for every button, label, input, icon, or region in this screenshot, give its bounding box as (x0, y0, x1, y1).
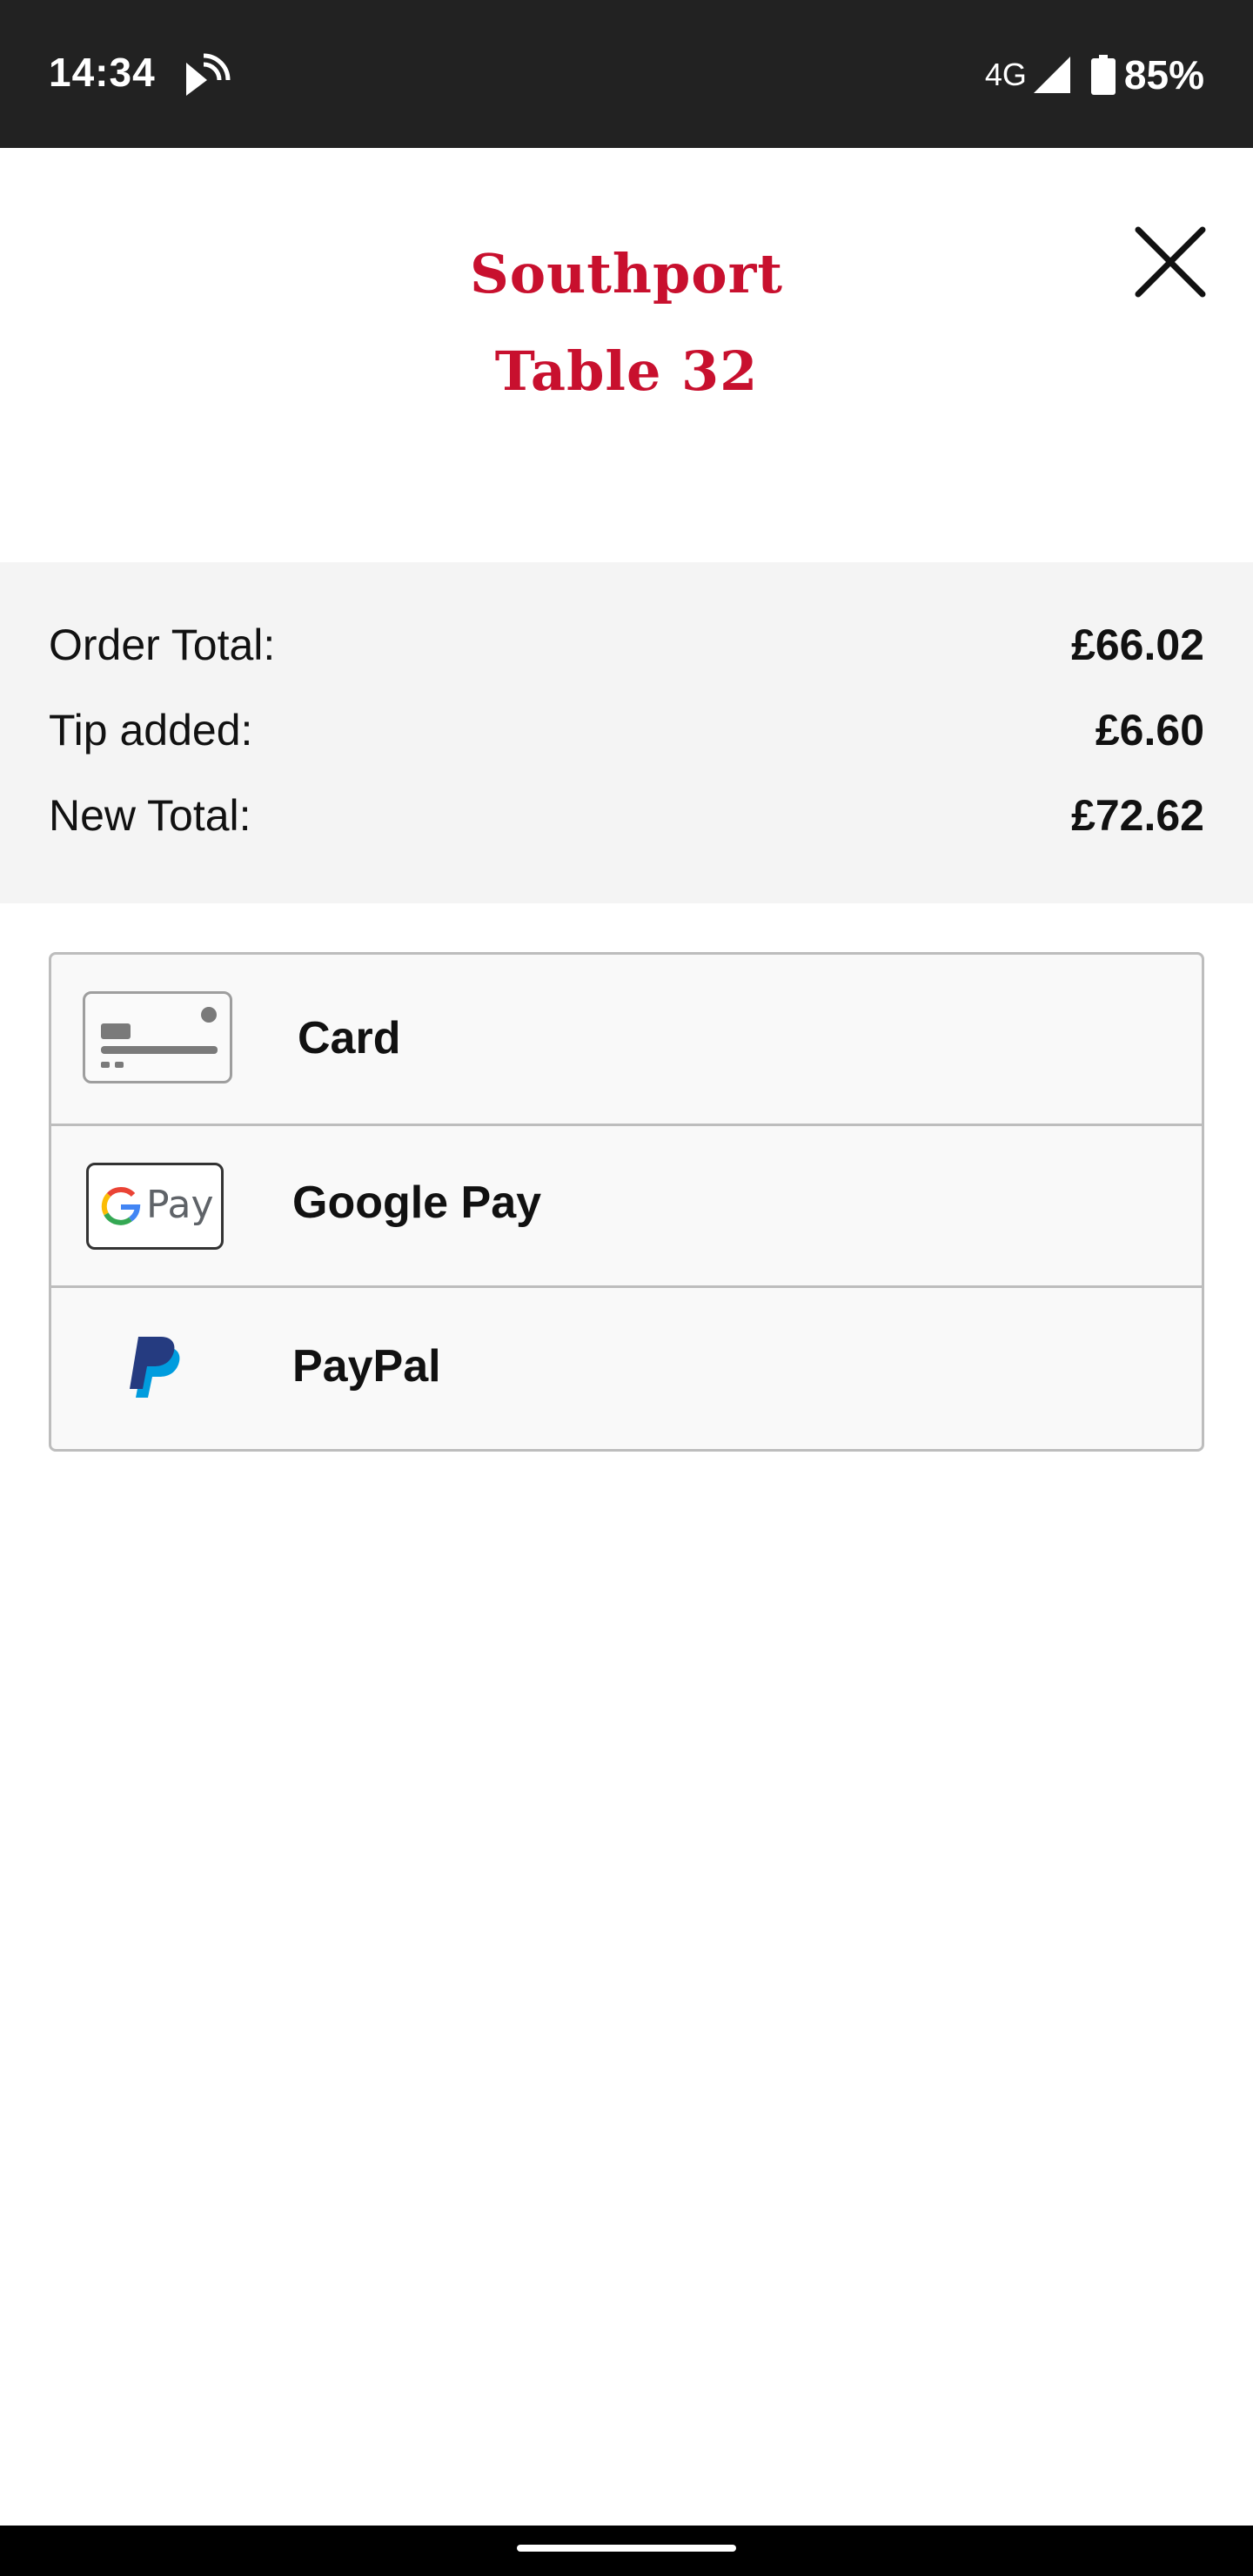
new-total-value: £72.62 (1071, 791, 1204, 840)
new-total-label: New Total: (49, 791, 251, 840)
cast-icon (186, 53, 231, 96)
signal-icon (1033, 57, 1070, 93)
card-label: Card (298, 1013, 401, 1063)
order-header: Southport Table 32 (0, 148, 1253, 562)
payment-method-list: Card Pay Google Pay PayPal (49, 952, 1204, 1452)
payment-option-card[interactable]: Card (51, 955, 1202, 1124)
google-pay-icon-text: Pay (146, 1183, 214, 1227)
payment-option-google-pay[interactable]: Pay Google Pay (51, 1124, 1202, 1288)
status-bar: 14:34 4G 85% (0, 0, 1253, 148)
order-total-label: Order Total: (49, 621, 276, 669)
network-type: 4G (984, 57, 1027, 92)
table-number: Table 32 (494, 339, 759, 403)
venue-name: Southport (470, 242, 783, 305)
battery-percentage: 85% (1123, 52, 1204, 97)
credit-card-icon (83, 991, 232, 1083)
status-time: 14:34 (49, 50, 156, 95)
close-icon[interactable] (1131, 223, 1209, 301)
new-total-row: New Total: £72.62 (49, 790, 1204, 851)
paypal-label: PayPal (292, 1341, 441, 1392)
status-indicators: 4G 85% (985, 49, 1204, 101)
google-pay-label: Google Pay (292, 1177, 542, 1228)
tip-label: Tip added: (49, 706, 253, 755)
tip-value: £6.60 (1095, 706, 1204, 755)
google-pay-icon: Pay (86, 1163, 224, 1250)
navigation-bar (0, 2526, 1253, 2576)
battery-icon (1090, 55, 1116, 95)
order-summary: Order Total: £66.02 Tip added: £6.60 New… (0, 562, 1253, 903)
home-indicator[interactable] (517, 2545, 736, 2552)
order-total-value: £66.02 (1071, 621, 1204, 669)
paypal-icon (130, 1337, 180, 1398)
payment-option-paypal[interactable]: PayPal (51, 1285, 1202, 1449)
order-total-row: Order Total: £66.02 (49, 620, 1204, 681)
tip-row: Tip added: £6.60 (49, 705, 1204, 766)
